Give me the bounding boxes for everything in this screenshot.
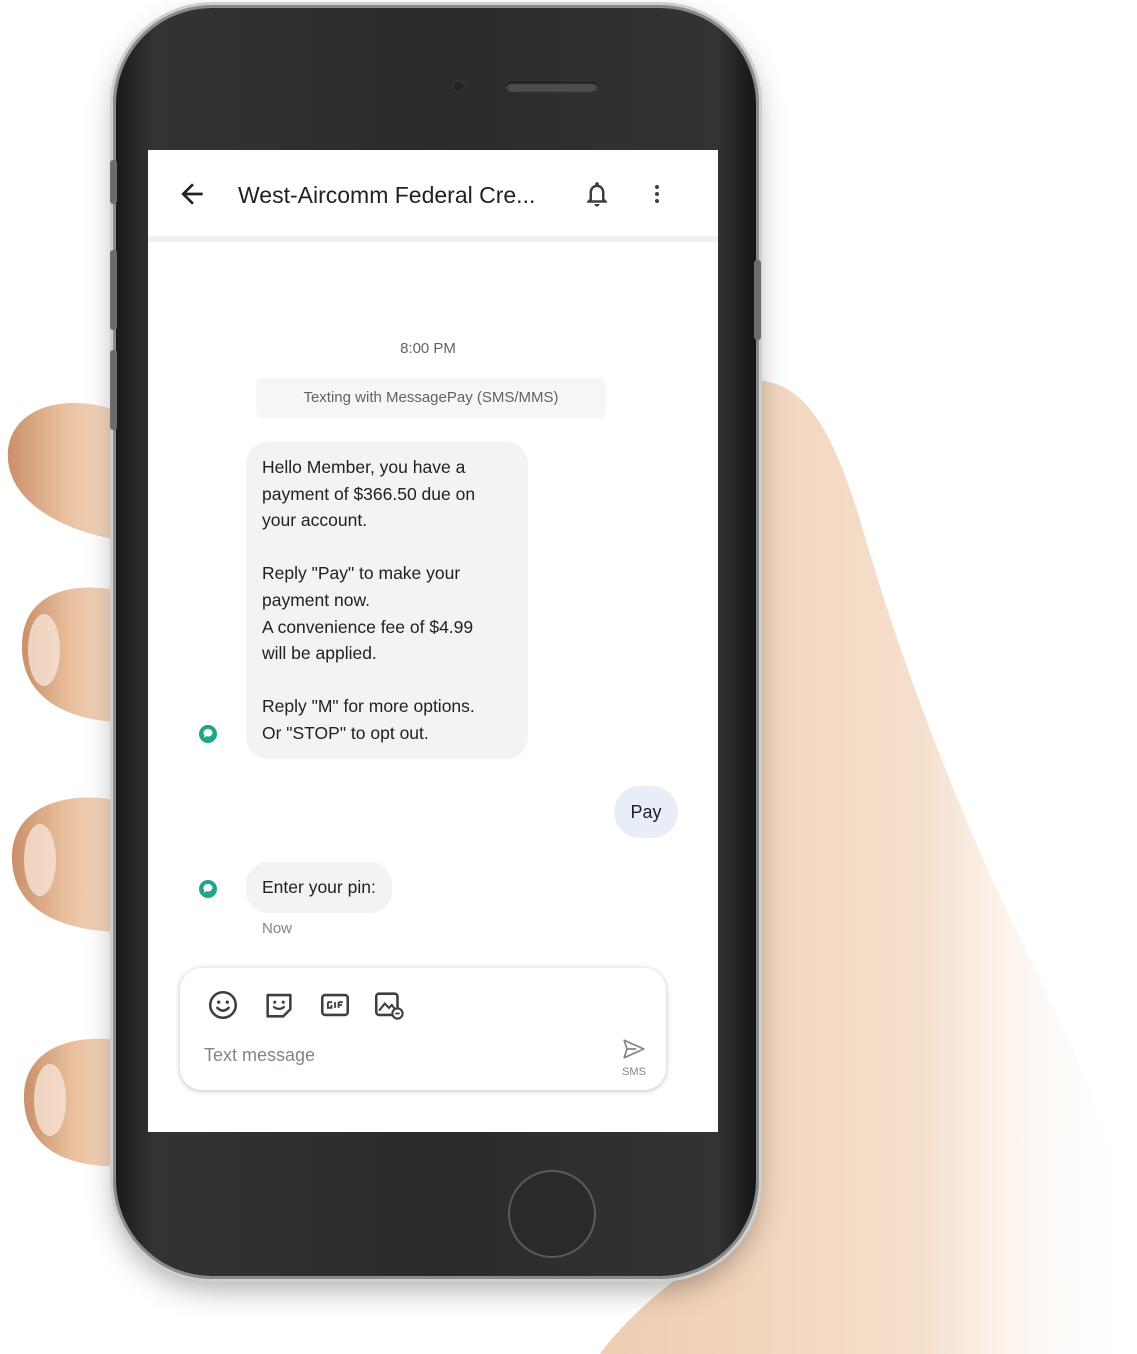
front-camera	[452, 80, 465, 93]
image-gallery-icon[interactable]	[372, 988, 406, 1022]
message-line: Reply "Pay" to make your	[262, 563, 461, 584]
messages-screen: West-Aircomm Federal Cre... 8:00 PM Text…	[148, 150, 718, 1132]
home-button[interactable]	[508, 1170, 596, 1258]
incoming-message-bubble[interactable]: Enter your pin:	[246, 862, 392, 913]
notification-bell-icon[interactable]	[582, 178, 612, 210]
volume-up-button[interactable]	[110, 250, 117, 330]
send-button[interactable]: SMS	[616, 1036, 652, 1084]
incoming-message-bubble[interactable]: Hello Member, you have a payment of $366…	[246, 442, 528, 759]
mute-switch[interactable]	[110, 160, 117, 204]
send-mode-label: SMS	[622, 1066, 646, 1078]
conversation-title[interactable]: West-Aircomm Federal Cre...	[238, 182, 568, 209]
sender-avatar-icon	[199, 880, 217, 898]
outgoing-message-bubble[interactable]: Pay	[614, 786, 678, 838]
earpiece-speaker	[506, 82, 598, 92]
message-line: Or "STOP" to opt out.	[262, 722, 429, 743]
message-time: Now	[262, 920, 293, 937]
send-icon	[623, 1039, 645, 1059]
conversation-app-bar: West-Aircomm Federal Cre...	[148, 150, 718, 242]
sender-avatar-icon	[199, 725, 217, 743]
sticker-icon[interactable]	[262, 988, 296, 1022]
emoji-icon[interactable]	[206, 988, 240, 1022]
message-line: Enter your pin:	[262, 877, 376, 897]
gif-icon[interactable]	[318, 988, 352, 1022]
conversation-timestamp: 8:00 PM	[400, 340, 456, 357]
messaging-info-chip: Texting with MessagePay (SMS/MMS)	[256, 378, 606, 418]
message-line: will be applied.	[262, 643, 377, 664]
message-line: payment now.	[262, 589, 370, 610]
message-line: Reply "M" for more options.	[262, 696, 475, 717]
message-line: payment of $366.50 due on	[262, 483, 476, 504]
message-line: Hello Member, you have a	[262, 457, 466, 477]
compose-bar: SMS	[180, 968, 666, 1090]
message-line: your account.	[262, 510, 368, 531]
power-button[interactable]	[754, 260, 761, 340]
message-line: A convenience fee of $4.99	[262, 616, 474, 637]
volume-down-button[interactable]	[110, 350, 117, 430]
back-arrow-icon[interactable]	[176, 178, 208, 210]
more-options-icon[interactable]	[645, 178, 669, 210]
message-text-input[interactable]	[204, 1040, 594, 1070]
